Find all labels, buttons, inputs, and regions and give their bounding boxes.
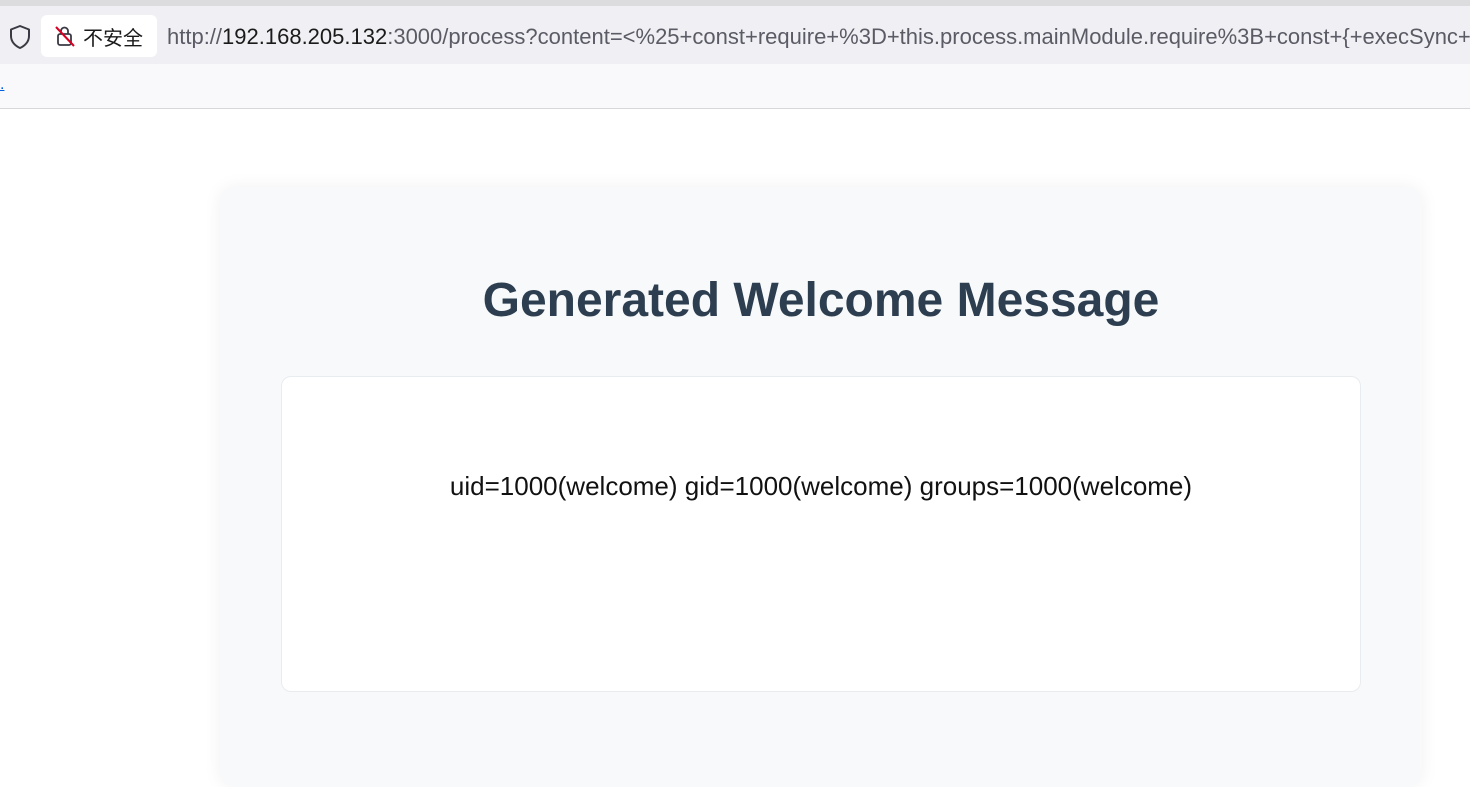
page-content: Generated Welcome Message uid=1000(welco… xyxy=(0,109,1470,787)
shield-icon[interactable] xyxy=(8,24,32,50)
site-security-indicator[interactable]: 不安全 xyxy=(41,15,157,57)
welcome-card: Generated Welcome Message uid=1000(welco… xyxy=(220,187,1422,787)
url-bar[interactable]: http://192.168.205.132:3000/process?cont… xyxy=(167,26,1470,48)
bookmark-link[interactable]: . xyxy=(0,76,4,94)
page-title: Generated Welcome Message xyxy=(482,274,1160,327)
browser-toolbar: 不安全 http://192.168.205.132:3000/process?… xyxy=(0,6,1470,64)
url-host: 192.168.205.132 xyxy=(222,26,388,48)
insecure-lock-icon xyxy=(53,24,77,48)
bookmarks-toolbar: . xyxy=(0,64,1470,109)
message-box: uid=1000(welcome) gid=1000(welcome) grou… xyxy=(281,376,1361,692)
security-label: 不安全 xyxy=(83,25,143,50)
generated-message: uid=1000(welcome) gid=1000(welcome) grou… xyxy=(449,471,1193,501)
url-path: :3000/process?content=<%25+const+require… xyxy=(387,26,1470,48)
url-prefix: http:// xyxy=(167,26,223,48)
